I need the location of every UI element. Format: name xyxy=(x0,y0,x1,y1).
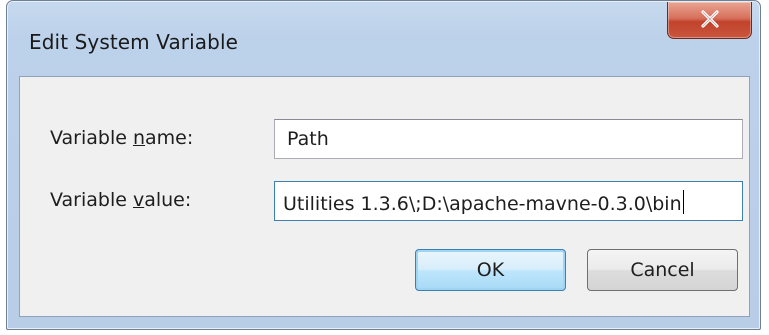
cancel-button[interactable]: Cancel xyxy=(587,249,738,291)
variable-name-input[interactable]: Path xyxy=(274,119,743,159)
title-bar[interactable]: Edit System Variable xyxy=(7,1,760,75)
close-x-icon xyxy=(701,10,719,28)
ok-button[interactable]: OK xyxy=(415,249,566,291)
variable-name-label: Variable name: xyxy=(50,127,194,149)
dialog-body: Variable name: Path Variable value: Util… xyxy=(19,76,750,317)
variable-value-input[interactable]: Utilities 1.3.6\;D:\apache-mavne-0.3.0\b… xyxy=(274,181,743,221)
access-key-n: n xyxy=(132,127,146,149)
edit-system-variable-dialog: Edit System Variable Variable name: Path… xyxy=(6,0,761,330)
access-key-v: v xyxy=(132,189,145,211)
dialog-title: Edit System Variable xyxy=(29,30,239,54)
close-button[interactable] xyxy=(667,2,752,39)
variable-value-label: Variable value: xyxy=(50,189,192,211)
text-caret xyxy=(682,190,684,214)
